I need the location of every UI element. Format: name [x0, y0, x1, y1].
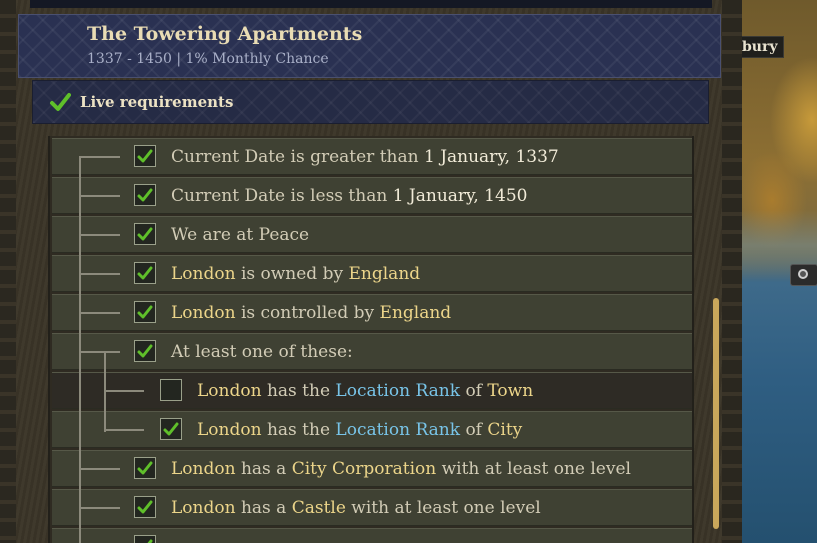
requirement-checkbox-checked: [134, 535, 156, 543]
requirement-text: London has a Castle with at least one le…: [171, 498, 541, 518]
requirement-text: London has a City Corporation with at le…: [171, 459, 631, 479]
tree-connector: [80, 234, 120, 236]
requirement-row: Current Date is less than 1 January, 145…: [52, 177, 692, 214]
panel-left-border: [0, 0, 16, 543]
tree-connector: [80, 507, 120, 509]
requirement-text-part: London: [171, 459, 236, 479]
requirement-text-part: is controlled by: [235, 303, 380, 323]
requirement-row: London has the Location Rank of City: [52, 411, 692, 448]
panel-right-border: [722, 0, 742, 543]
requirement-checkbox-checked: [134, 184, 156, 206]
requirement-row: London is owned by England: [52, 255, 692, 292]
requirement-checkbox-checked: [134, 457, 156, 479]
requirement-text-part: London: [171, 264, 236, 284]
requirement-checkbox-checked: [134, 496, 156, 518]
requirement-text-part: of: [460, 420, 488, 440]
requirement-row: London has a City Corporation with at le…: [52, 450, 692, 487]
requirement-text-part: We are at Peace: [171, 225, 310, 245]
requirement-text-part: 1 January, 1337: [423, 147, 559, 167]
check-icon: [163, 422, 179, 436]
panel-header: The Towering Apartments 1337 - 1450 | 1%…: [18, 14, 721, 78]
map-location-label[interactable]: bury: [737, 36, 785, 58]
requirement-text-part: Current Date is greater than: [171, 147, 424, 167]
requirement-row: Current Date is greater than 1 January, …: [52, 138, 692, 175]
requirement-text-part: At least one of these:: [171, 342, 353, 362]
requirements-list: Current Date is greater than 1 January, …: [48, 136, 694, 543]
requirement-row: London is controlled by England: [52, 294, 692, 331]
page-subtitle: 1337 - 1450 | 1% Monthly Chance: [87, 51, 329, 67]
check-icon: [137, 461, 153, 475]
requirement-text-part: England: [348, 264, 421, 284]
requirement-text-part: Town: [487, 381, 534, 401]
requirement-row: [52, 528, 692, 543]
requirement-text: Current Date is less than 1 January, 145…: [171, 186, 527, 206]
map-marker-icon[interactable]: [790, 264, 817, 286]
check-icon: [137, 344, 153, 358]
requirement-text: At least one of these:: [171, 342, 353, 362]
check-icon: [50, 93, 71, 111]
check-icon: [137, 305, 153, 319]
tree-connector: [80, 351, 120, 353]
tree-connector: [106, 390, 144, 392]
tree-connector: [80, 468, 120, 470]
live-requirements-header[interactable]: Live requirements: [32, 80, 709, 124]
page-title: The Towering Apartments: [87, 23, 363, 45]
requirement-text-part: England: [379, 303, 452, 323]
check-icon: [137, 149, 153, 163]
requirement-text: London is owned by England: [171, 264, 420, 284]
requirement-text-part: has a: [235, 459, 292, 479]
requirement-text-part: is owned by: [235, 264, 349, 284]
requirement-text-part: 1 January, 1450: [392, 186, 528, 206]
live-requirements-label: Live requirements: [80, 93, 234, 111]
requirement-text: London has the Location Rank of City: [197, 420, 522, 440]
requirement-text-part: City Corporation: [291, 459, 437, 479]
requirement-checkbox-unchecked: [160, 379, 182, 401]
tree-connector: [80, 195, 120, 197]
requirement-row: We are at Peace: [52, 216, 692, 253]
requirement-text: Current Date is greater than 1 January, …: [171, 147, 559, 167]
requirement-text-part: has the: [261, 420, 336, 440]
requirement-text-part: Castle: [291, 498, 346, 518]
requirement-text: We are at Peace: [171, 225, 309, 245]
requirement-text-part: has a: [235, 498, 292, 518]
tree-trunk: [79, 156, 81, 543]
requirement-text-part: with at least one level: [436, 459, 631, 479]
tree-connector: [106, 429, 144, 431]
requirement-text-part: London: [197, 381, 262, 401]
panel-top-strip: [30, 0, 712, 8]
requirement-checkbox-checked: [134, 145, 156, 167]
tree-branch: [104, 353, 106, 432]
requirement-checkbox-checked: [160, 418, 182, 440]
requirement-checkbox-checked: [134, 262, 156, 284]
requirement-text: London is controlled by England: [171, 303, 451, 323]
scrollbar[interactable]: [713, 298, 719, 529]
check-icon: [137, 266, 153, 280]
check-icon: [137, 227, 153, 241]
requirement-text: London has the Location Rank of Town: [197, 381, 533, 401]
tree-connector: [80, 273, 120, 275]
requirement-text-part[interactable]: Location Rank: [335, 381, 460, 401]
check-icon: [137, 188, 153, 202]
tree-connector: [80, 312, 120, 314]
requirement-checkbox-checked: [134, 301, 156, 323]
tree-connector: [80, 156, 120, 158]
requirement-text-part: City: [487, 420, 523, 440]
requirement-row: London has the Location Rank of Town: [52, 372, 692, 409]
requirement-checkbox-checked: [134, 223, 156, 245]
building-requirements-panel: The Towering Apartments 1337 - 1450 | 1%…: [0, 0, 742, 543]
requirement-checkbox-checked: [134, 340, 156, 362]
requirement-row: At least one of these:: [52, 333, 692, 370]
requirement-row: London has a Castle with at least one le…: [52, 489, 692, 526]
check-icon: [147, 539, 153, 543]
requirement-text-part: London: [197, 420, 262, 440]
requirement-text-part[interactable]: Location Rank: [335, 420, 460, 440]
requirement-text-part: has the: [261, 381, 336, 401]
requirement-text-part: of: [460, 381, 488, 401]
check-icon: [137, 500, 153, 514]
requirement-text-part: Current Date is less than: [171, 186, 393, 206]
requirement-text-part: with at least one level: [345, 498, 541, 518]
requirement-text-part: London: [171, 303, 236, 323]
requirement-text-part: London: [171, 498, 236, 518]
